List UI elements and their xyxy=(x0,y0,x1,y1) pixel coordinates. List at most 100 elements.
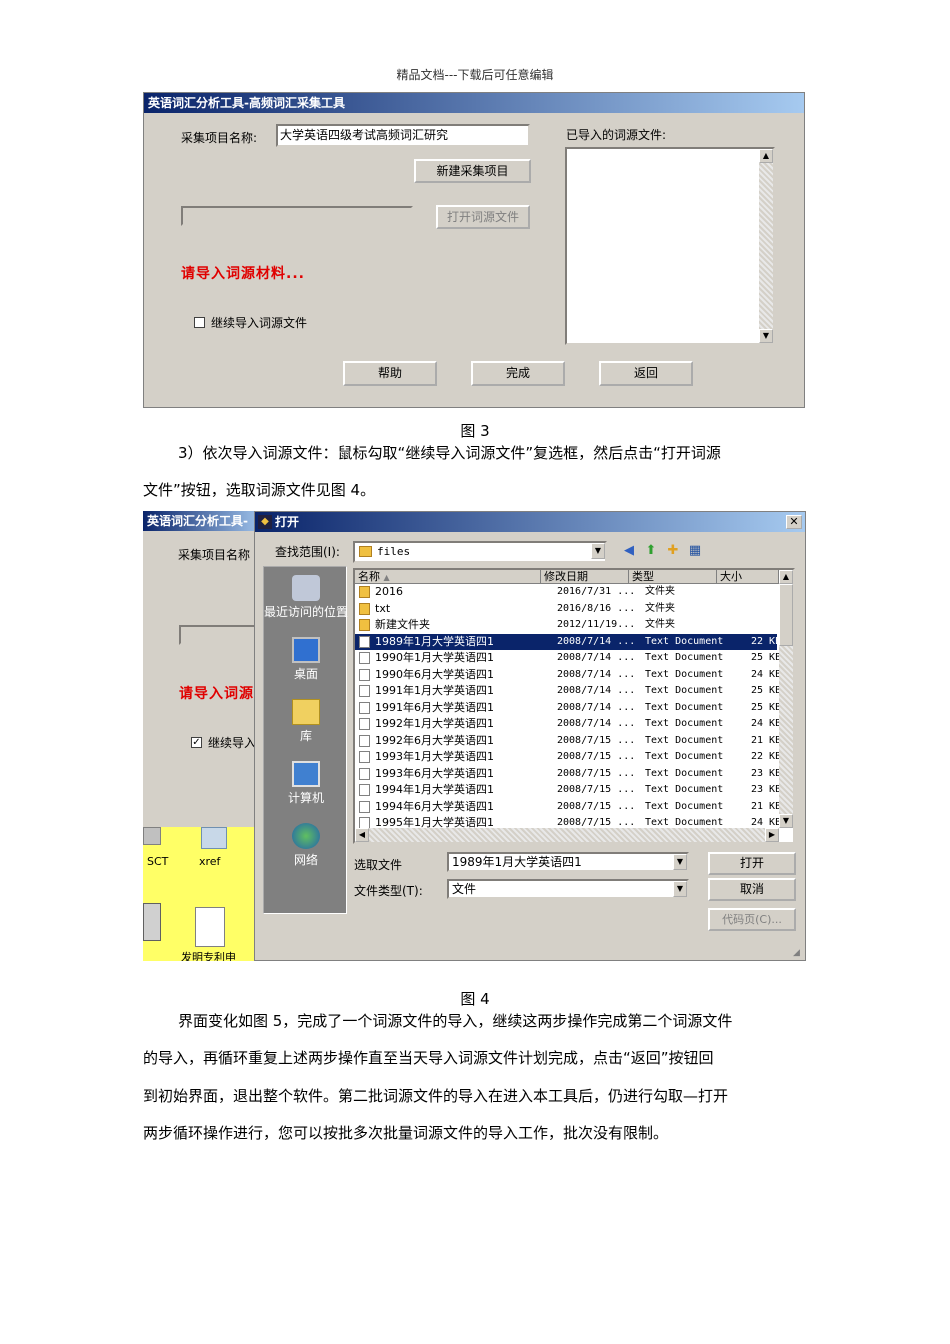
filename-input[interactable]: 1989年1月大学英语四1 ▼ xyxy=(447,852,689,872)
file-date: 2008/7/14 ... xyxy=(557,718,636,729)
file-row[interactable]: 新建文件夹 2012/11/19... 文件夹 xyxy=(355,617,777,633)
file-type: Text Document xyxy=(645,635,724,647)
filetype-select[interactable]: 文件 ▼ xyxy=(447,879,689,899)
place-recent-label: 最近访问的位置 xyxy=(264,605,349,619)
file-type: 文件夹 xyxy=(645,619,675,630)
file-list-vscroll[interactable]: ▲ ▼ xyxy=(779,570,793,828)
column-size[interactable]: 大小 xyxy=(717,570,779,584)
new-folder-icon[interactable]: ✚ xyxy=(665,543,681,559)
text-file-icon xyxy=(359,734,370,747)
file-row[interactable]: 2016 2016/7/31 ... 文件夹 xyxy=(355,584,777,600)
desktop-item-sct[interactable]: SCT xyxy=(147,855,168,868)
text-file-icon xyxy=(359,751,370,763)
scroll-left-icon[interactable]: ◀ xyxy=(355,828,369,842)
file-row[interactable]: 1990年6月大学英语四1 2008/7/14 ... Text Document 2… xyxy=(355,667,781,683)
file-name: 1992年6月大学英语四1 xyxy=(375,733,494,747)
file-row[interactable]: txt 2016/8/16 ... 文件夹 xyxy=(355,601,777,617)
file-row[interactable]: 1991年1月大学英语四1 2008/7/14 ... Text Document 2… xyxy=(355,683,781,699)
place-recent[interactable]: 最近访问的位置 xyxy=(264,575,348,620)
file-row[interactable]: 1990年1月大学英语四1 2008/7/14 ... Text Document 2… xyxy=(355,650,781,666)
file-row[interactable]: 1994年6月大学英语四1 2008/7/15 ... Text Document 2… xyxy=(355,799,781,815)
codepage-button[interactable]: 代码页(C)... xyxy=(708,908,796,931)
file-type: 文件夹 xyxy=(645,586,675,597)
place-desktop[interactable]: 桌面 xyxy=(264,637,348,682)
file-list-hscroll[interactable]: ◀ ▶ xyxy=(355,828,779,842)
file-row[interactable]: 1989年1月大学英语四1 2008/7/14 ... Text Document 2… xyxy=(355,633,781,650)
chevron-down-icon[interactable]: ▼ xyxy=(673,881,687,897)
scroll-up-icon[interactable]: ▲ xyxy=(759,149,773,163)
file-size: 21 KB xyxy=(751,734,782,746)
place-network-label: 网络 xyxy=(293,853,318,867)
place-library[interactable]: 库 xyxy=(264,699,348,744)
file-size: 25 KB xyxy=(751,652,782,663)
column-name[interactable]: 名称 ▲ xyxy=(355,570,541,584)
back-arrow-icon[interactable]: ◀ xyxy=(621,543,637,559)
column-date[interactable]: 修改日期 xyxy=(541,570,629,584)
file-date: 2008/7/14 ... xyxy=(557,685,636,696)
desktop-app-icon[interactable] xyxy=(143,903,161,941)
open-file-dialog: 打开 ◆ ✕ 查找范围(I): files ▼ ◀ ⬆ ✚ ▦ 最近访问的位置 … xyxy=(254,511,806,961)
file-row[interactable]: 1994年1月大学英语四1 2008/7/15 ... Text Document 2… xyxy=(355,782,781,798)
file-size: 24 KB xyxy=(751,718,782,729)
file-type: Text Document xyxy=(645,685,724,696)
file-name: 1992年1月大学英语四1 xyxy=(375,717,494,730)
back-button[interactable]: 返回 xyxy=(599,361,693,386)
file-list[interactable]: 名称 ▲ 修改日期 类型 大小 2016 2016/7/31 ... 文件夹 txt 2… xyxy=(353,568,795,844)
project-name-input[interactable]: 大学英语四级考试高频词汇研究 xyxy=(276,124,530,147)
close-icon[interactable]: ✕ xyxy=(786,515,802,529)
view-menu-icon[interactable]: ▦ xyxy=(687,543,703,559)
bg-continue-checkbox[interactable]: ✓ xyxy=(191,737,202,748)
place-computer[interactable]: 计算机 xyxy=(264,761,348,806)
place-network[interactable]: 网络 xyxy=(264,823,348,868)
folder-icon xyxy=(359,586,370,598)
scroll-thumb[interactable] xyxy=(779,584,793,646)
file-row[interactable]: 1992年6月大学英语四1 2008/7/15 ... Text Document 2… xyxy=(355,733,781,749)
scroll-down-icon[interactable]: ▼ xyxy=(759,329,773,343)
desktop-file-icon[interactable] xyxy=(201,827,227,849)
done-button[interactable]: 完成 xyxy=(471,361,565,386)
up-folder-icon[interactable]: ⬆ xyxy=(643,543,659,559)
file-name: 1994年1月大学英语四1 xyxy=(375,783,494,796)
file-size: 23 KB xyxy=(751,767,782,779)
project-name-label: 采集项目名称: xyxy=(181,131,258,145)
new-project-button[interactable]: 新建采集项目 xyxy=(414,159,531,183)
file-row[interactable]: 1993年6月大学英语四1 2008/7/15 ... Text Document 2… xyxy=(355,766,781,782)
column-type[interactable]: 类型 xyxy=(629,570,717,584)
imported-files-list[interactable]: ▲ ▼ xyxy=(565,147,775,345)
resize-grip-icon[interactable]: ◢ xyxy=(793,948,803,958)
desktop-item-patent[interactable]: 发明专利申 xyxy=(181,949,236,961)
chevron-down-icon[interactable]: ▼ xyxy=(591,543,605,559)
scroll-down-icon[interactable]: ▼ xyxy=(779,814,793,828)
folder-icon xyxy=(359,619,370,631)
file-date: 2008/7/15 ... xyxy=(557,800,636,812)
file-row[interactable]: 1991年6月大学英语四1 2008/7/14 ... Text Document 2… xyxy=(355,700,781,716)
chevron-down-icon[interactable]: ▼ xyxy=(673,854,687,870)
desktop-item-xref[interactable]: xref xyxy=(199,855,220,868)
file-type: Text Document xyxy=(645,800,724,812)
file-size: 24 KB xyxy=(751,668,782,680)
bg-progress-bar xyxy=(179,625,259,645)
look-in-combo[interactable]: files ▼ xyxy=(353,541,607,563)
file-name: 1993年6月大学英语四1 xyxy=(375,766,494,780)
look-in-label: 查找范围(I): xyxy=(275,545,340,559)
file-date: 2012/11/19... xyxy=(557,619,636,630)
filetype-label: 文件类型(T): xyxy=(354,884,423,898)
open-file-button[interactable]: 打开词源文件 xyxy=(436,205,530,229)
file-row[interactable]: 1992年1月大学英语四1 2008/7/14 ... Text Document 2… xyxy=(355,716,781,732)
scroll-up-icon[interactable]: ▲ xyxy=(779,570,793,584)
file-row[interactable]: 1993年1月大学英语四1 2008/7/15 ... Text Document 2… xyxy=(355,749,781,765)
help-button[interactable]: 帮助 xyxy=(343,361,437,386)
continue-import-checkbox[interactable] xyxy=(194,317,205,328)
file-type: Text Document xyxy=(645,652,724,663)
file-type: Text Document xyxy=(645,701,724,713)
file-name: txt xyxy=(375,601,391,615)
open-button[interactable]: 打开 xyxy=(708,852,796,875)
scroll-right-icon[interactable]: ▶ xyxy=(765,828,779,842)
desktop-icon[interactable] xyxy=(143,827,161,845)
desktop-document-icon[interactable] xyxy=(195,907,225,947)
file-name: 新建文件夹 xyxy=(375,618,430,631)
dialog-app-icon: ◆ xyxy=(258,515,272,529)
list-scrollbar[interactable] xyxy=(759,149,773,343)
place-library-label: 库 xyxy=(299,729,312,743)
cancel-button[interactable]: 取消 xyxy=(708,878,796,901)
